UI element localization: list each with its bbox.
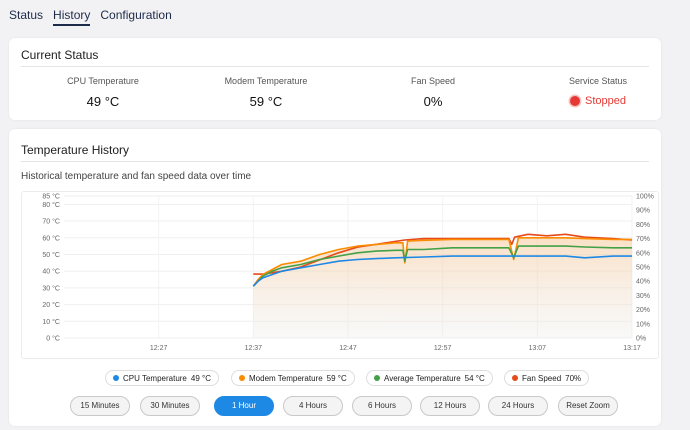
y-tick-label: 50 °C [42, 251, 60, 259]
fan-speed-value: 0% [423, 94, 443, 109]
divider [21, 66, 649, 67]
area-fill [253, 237, 633, 338]
x-tick-label: 13:17 [623, 345, 641, 352]
top-tabs: Status History Configuration [9, 8, 172, 26]
fan-speed-label: Fan Speed [410, 76, 456, 86]
divider [21, 161, 649, 162]
legend-modem-temperature[interactable]: Modem Temperature 59 °C [231, 370, 355, 386]
y2-tick-label: 50% [636, 265, 650, 272]
y-tick-label: 40 °C [42, 268, 60, 276]
legend-dot-icon [512, 375, 518, 381]
y-tick-label: 30 °C [42, 284, 60, 292]
y2-tick-label: 40% [636, 279, 650, 286]
range-24-hours-button[interactable]: 24 Hours [488, 396, 548, 416]
range-4-hours-button[interactable]: 4 Hours [283, 396, 343, 416]
range-1-hour-button[interactable]: 1 Hour [214, 396, 274, 416]
legend-modem-name: Modem Temperature [249, 373, 323, 383]
y2-tick-label: 90% [636, 208, 650, 215]
y2-tick-label: 70% [636, 236, 650, 243]
x-tick-label: 12:27 [150, 345, 168, 352]
service-status-stat: Service Status Stopped [528, 76, 668, 109]
legend-fan-name: Fan Speed [522, 373, 562, 383]
legend-dot-icon [239, 375, 245, 381]
y2-tick-label: 20% [636, 307, 650, 314]
y2-tick-label: 100% [636, 194, 654, 201]
y-tick-label: 10 °C [42, 318, 60, 326]
temperature-history-title: Temperature History [21, 143, 130, 157]
y-tick-label: 85 °C [42, 193, 60, 201]
legend-cpu-name: CPU Temperature [123, 373, 187, 383]
service-status-badge: Stopped [570, 95, 626, 107]
y-tick-label: 80 °C [42, 201, 60, 209]
legend-dot-icon [113, 375, 119, 381]
legend-fan-value: 70% [565, 373, 582, 383]
legend-average-name: Average Temperature [384, 373, 461, 383]
modem-temperature-stat: Modem Temperature 59 °C [196, 76, 336, 109]
x-tick-label: 12:47 [339, 345, 357, 352]
y-tick-label: 0 °C [46, 335, 60, 343]
temperature-history-subtitle: Historical temperature and fan speed dat… [21, 171, 252, 182]
cpu-temperature-stat: CPU Temperature 49 °C [33, 76, 173, 109]
x-tick-label: 13:07 [529, 345, 547, 352]
chart-svg[interactable]: 85 °C80 °C 70 °C 60 °C 50 °C 40 °C 30 °C 20 °C… [22, 192, 660, 360]
current-status-title: Current Status [21, 48, 99, 62]
tab-history[interactable]: History [53, 8, 91, 26]
y2-tick-label: 60% [636, 250, 650, 257]
legend-modem-value: 59 °C [326, 373, 347, 383]
modem-temperature-value: 59 °C [249, 94, 283, 109]
service-status-value: Stopped [585, 95, 626, 107]
temperature-history-card: Temperature History Historical temperatu… [9, 129, 661, 426]
cpu-temperature-value: 49 °C [86, 94, 120, 109]
x-tick-label: 12:57 [434, 345, 452, 352]
fan-speed-stat: Fan Speed 0% [363, 76, 503, 109]
modem-temperature-label: Modem Temperature [224, 76, 308, 86]
x-tick-label: 12:37 [245, 345, 263, 352]
y-tick-label: 70 °C [42, 218, 60, 226]
y2-tick-label: 30% [636, 293, 650, 300]
legend-average-temperature[interactable]: Average Temperature 54 °C [366, 370, 493, 386]
range-12-hours-button[interactable]: 12 Hours [420, 396, 480, 416]
status-dot-icon [570, 96, 580, 106]
y-tick-label: 20 °C [42, 301, 60, 309]
legend-dot-icon [374, 375, 380, 381]
range-30-minutes-button[interactable]: 30 Minutes [140, 396, 200, 416]
range-6-hours-button[interactable]: 6 Hours [352, 396, 412, 416]
legend-cpu-temperature[interactable]: CPU Temperature 49 °C [105, 370, 219, 386]
tab-configuration[interactable]: Configuration [100, 8, 171, 26]
legend-fan-speed[interactable]: Fan Speed 70% [504, 370, 590, 386]
y2-tick-label: 10% [636, 321, 650, 328]
cpu-temperature-label: CPU Temperature [67, 76, 139, 86]
temperature-chart[interactable]: 85 °C 80 °C 70 °C 60 °C 50 °C 40 °C 30 °C 20 °C… [21, 191, 659, 359]
y2-tick-label: 0% [636, 336, 646, 343]
legend-average-value: 54 °C [464, 373, 485, 383]
tab-status[interactable]: Status [9, 8, 43, 26]
service-status-label: Service Status [568, 76, 628, 86]
y-tick-label: 60 °C [42, 234, 60, 242]
y2-tick-label: 80% [636, 222, 650, 229]
legend-cpu-value: 49 °C [190, 373, 211, 383]
reset-zoom-button[interactable]: Reset Zoom [558, 396, 618, 416]
range-15-minutes-button[interactable]: 15 Minutes [70, 396, 130, 416]
current-status-card: Current Status CPU Temperature 49 °C Mod… [9, 38, 661, 120]
